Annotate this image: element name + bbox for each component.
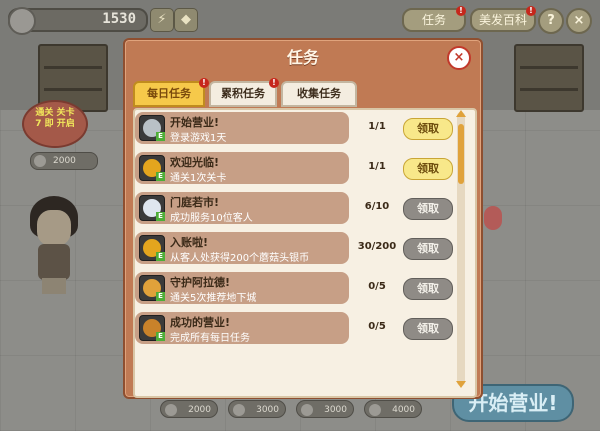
clock-icon: E	[139, 115, 165, 141]
pink-marker	[484, 206, 502, 230]
task-name: 入账啦!	[170, 236, 209, 249]
locked-area-bubble[interactable]: 通关 关卡 7 即 开启	[22, 100, 88, 148]
close-icon[interactable]: ×	[447, 46, 471, 70]
task-row: E 开始营业! 登录游戏1天 1/1 领取	[135, 112, 455, 144]
task-name: 欢迎光临!	[170, 156, 220, 169]
locked-area-text: 通关 关卡 7 即 开启	[35, 108, 75, 129]
task-name: 门庭若市!	[170, 196, 220, 209]
task-description: 从客人处获得200个蘑菇头银币	[170, 253, 310, 264]
gold-badge-icon: E	[139, 235, 165, 261]
claim-button[interactable]: 领取	[403, 158, 453, 180]
stylist-character[interactable]	[28, 196, 80, 296]
treasure-icon: E	[139, 275, 165, 301]
task-name: 守护阿拉德!	[170, 276, 231, 289]
coin-value: 1530	[102, 11, 136, 27]
dialog-title: 任务	[286, 48, 319, 67]
task-name: 开始营业!	[170, 116, 220, 129]
price-pill[interactable]: 4000	[364, 400, 422, 418]
claim-button[interactable]: 领取	[403, 318, 453, 340]
task-description: 登录游戏1天	[170, 133, 227, 144]
sparkle-icon: E	[139, 195, 165, 221]
right-shelf	[514, 44, 584, 112]
task-alert-icon: !	[456, 6, 466, 16]
task-description: 通关5次推荐地下城	[170, 293, 257, 304]
tab-cumulative-alert-icon: !	[269, 78, 279, 88]
scroll-thumb[interactable]	[458, 124, 464, 184]
coin-icon	[8, 7, 36, 35]
task-description: 通关1次关卡	[170, 173, 227, 184]
price-pill[interactable]: 3000	[228, 400, 286, 418]
task-name: 成功的营业!	[170, 316, 231, 329]
unlock-price-value: 2000	[53, 156, 76, 166]
task-row: E 守护阿拉德! 通关5次推荐地下城 0/5 领取	[135, 272, 455, 304]
tab-daily-alert-icon: !	[199, 78, 209, 88]
shield-icon[interactable]: ◆	[174, 8, 198, 32]
lightning-icon[interactable]: ⚡	[150, 8, 174, 32]
task-row: E 入账啦! 从客人处获得200个蘑菇头银币 30/200 领取	[135, 232, 455, 264]
top-bar: 1530 ⚡ ◆ 任务 ! 美发百科 ! ? ×	[0, 0, 600, 35]
close-game-button[interactable]: ×	[566, 8, 592, 34]
claim-button[interactable]: 领取	[403, 198, 453, 220]
task-list-scrollbar[interactable]	[456, 110, 466, 388]
scroll-down-arrow-icon[interactable]	[456, 381, 466, 388]
tab-collection[interactable]: 收集任务	[281, 81, 357, 107]
task-row: E 门庭若市! 成功服务10位客人 6/10 领取	[135, 192, 455, 224]
task-progress: 0/5	[368, 281, 386, 292]
task-progress: 6/10	[364, 201, 390, 212]
task-row-bar	[135, 152, 349, 184]
task-row: E 成功的营业! 完成所有每日任务 0/5 领取	[135, 312, 455, 344]
chest-icon: E	[139, 315, 165, 341]
claim-button[interactable]: 领取	[403, 278, 453, 300]
unlock-price[interactable]: 2000	[30, 152, 98, 170]
claim-button[interactable]: 领取	[403, 238, 453, 260]
task-progress: 1/1	[368, 161, 386, 172]
scroll-up-arrow-icon[interactable]	[456, 110, 466, 117]
price-pill[interactable]: 2000	[160, 400, 218, 418]
task-row: E 欢迎光临! 通关1次关卡 1/1 领取	[135, 152, 455, 184]
help-button[interactable]: ?	[538, 8, 564, 34]
price-pill[interactable]: 3000	[296, 400, 354, 418]
task-description: 成功服务10位客人	[170, 213, 253, 224]
encyclopedia-alert-icon: !	[526, 6, 536, 16]
task-progress: 1/1	[368, 121, 386, 132]
task-row-bar	[135, 112, 349, 144]
tab-daily[interactable]: 每日任务	[133, 81, 205, 107]
tab-cumulative[interactable]: 累积任务	[209, 81, 277, 107]
task-description: 完成所有每日任务	[170, 333, 250, 344]
task-dialog: 任务 × 每日任务 ! 累积任务 ! 收集任务 E 开始营业! 登录游戏1天 1/1 领…	[123, 38, 483, 399]
claim-button[interactable]: 领取	[403, 118, 453, 140]
coin-counter: 1530	[8, 7, 148, 35]
task-progress: 0/5	[368, 321, 386, 332]
task-progress: 30/200	[357, 241, 397, 252]
gold-badge-icon: E	[139, 155, 165, 181]
